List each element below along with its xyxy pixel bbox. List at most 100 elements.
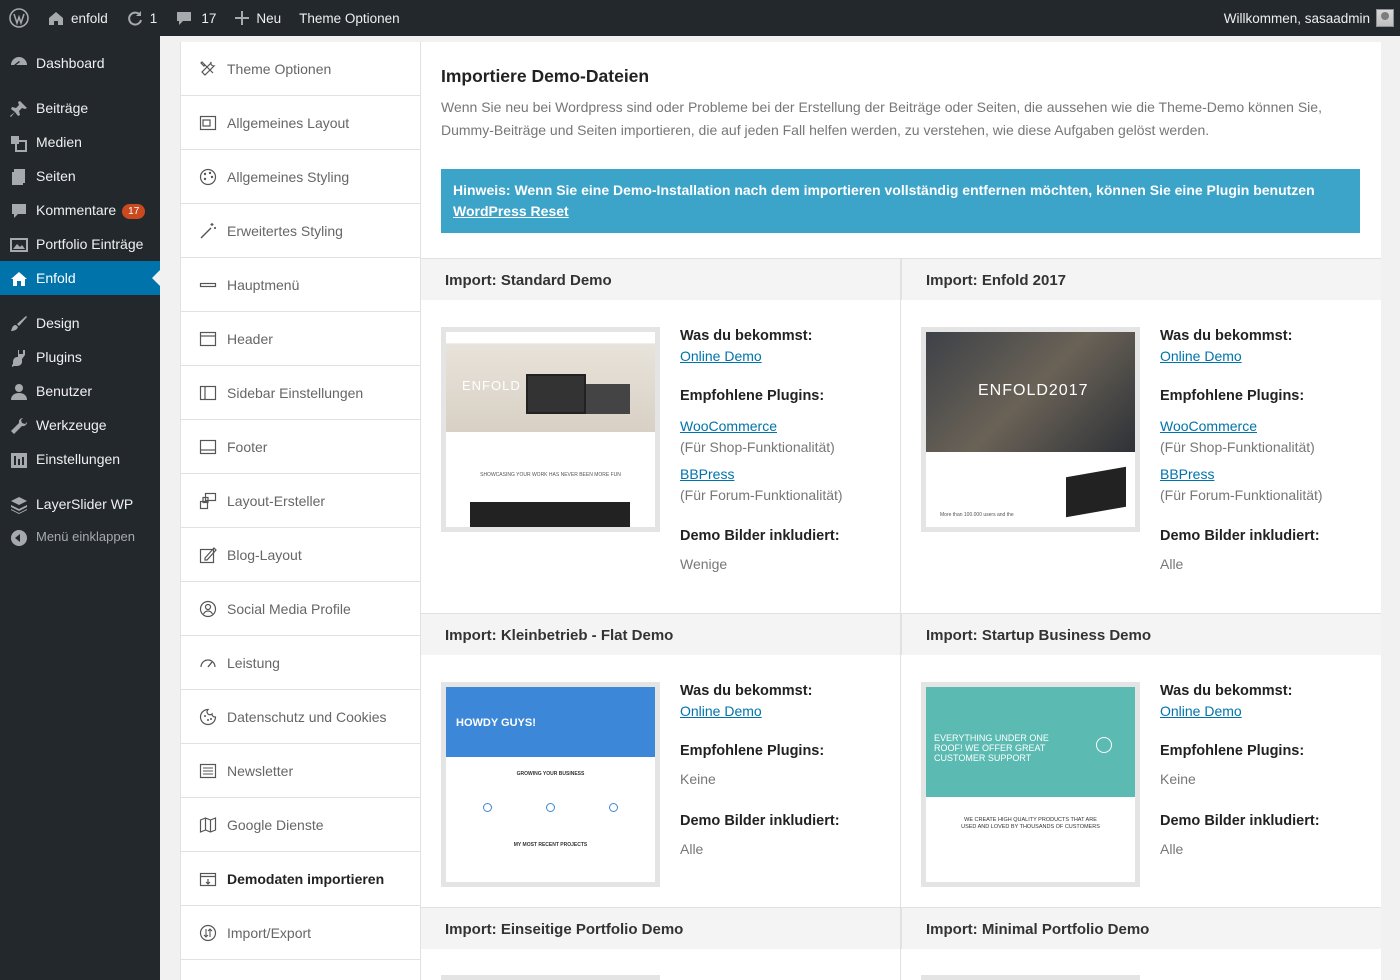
menu-item-pages[interactable]: Seiten: [0, 159, 160, 193]
demo-header-kleinbetrieb: Import: Kleinbetrieb - Flat Demo: [421, 613, 901, 655]
comments-link[interactable]: 17: [166, 0, 225, 36]
options-nav-demodaten-importieren[interactable]: Demodaten importieren: [181, 852, 420, 906]
plugin-icon: [12, 350, 25, 367]
demo-thumbnail-startup[interactable]: EVERYTHING UNDER ONE ROOF! WE OFFER GREA…: [921, 682, 1140, 887]
options-nav-social-media-profile[interactable]: Social Media Profile: [181, 582, 420, 636]
thumb-title: HOWDY GUYS!: [456, 717, 536, 729]
bbpress-link[interactable]: BBPress: [680, 466, 734, 482]
updates-link[interactable]: 1: [117, 0, 167, 36]
options-nav-google-dienste[interactable]: Google Dienste: [181, 798, 420, 852]
recommended-plugins-label: Empfohlene Plugins:: [1160, 743, 1305, 759]
menu-item-label: Portfolio Einträge: [36, 236, 144, 252]
plugin-note: (Für Shop-Funktionalität): [680, 439, 835, 455]
menu-item-comments[interactable]: Kommentare 17: [0, 193, 160, 227]
options-nav-label: Footer: [227, 439, 268, 455]
menu-item-label: Benutzer: [36, 383, 93, 399]
woocommerce-link[interactable]: WooCommerce: [680, 418, 777, 434]
newsletter-icon: [199, 763, 217, 779]
options-nav-sidebar-einstellungen[interactable]: Sidebar Einstellungen: [181, 366, 420, 420]
notice-text: Hinweis: Wenn Sie eine Demo-Installation…: [453, 182, 1315, 198]
you-get-label: Was du bekommst:: [1160, 683, 1293, 699]
options-nav-leistung[interactable]: Leistung: [181, 636, 420, 690]
demo-images-label: Demo Bilder inkludiert:: [1160, 813, 1320, 829]
woocommerce-link[interactable]: WooCommerce: [1160, 418, 1257, 434]
wordpress-reset-link[interactable]: WordPress Reset: [453, 203, 569, 219]
thumb-subtitle: WE CREATE HIGH QUALITY PRODUCTS THAT ARE…: [961, 817, 1100, 830]
options-nav-erweitertes-styling[interactable]: Erweitertes Styling: [181, 204, 420, 258]
site-name-link[interactable]: enfold: [38, 0, 117, 36]
options-nav-datenschutz[interactable]: Datenschutz und Cookies: [181, 690, 420, 744]
footer-icon: [199, 439, 217, 455]
magic-wand-icon: [200, 223, 216, 239]
menu-item-settings[interactable]: Einstellungen: [0, 442, 160, 476]
online-demo-link[interactable]: Online Demo: [680, 703, 762, 719]
collapse-menu-button[interactable]: Menü einklappen: [0, 520, 160, 554]
demo-thumbnail-kleinbetrieb[interactable]: HOWDY GUYS! GROWING YOUR BUSINESS MY MOS…: [441, 682, 660, 887]
home-icon: [11, 272, 27, 286]
demo-header-enfold-2017: Import: Enfold 2017: [901, 258, 1381, 300]
demo-thumbnail-einseitige-portfolio[interactable]: [441, 975, 660, 980]
demo-thumbnail-minimal-portfolio[interactable]: [921, 975, 1140, 980]
menu-item-posts[interactable]: Beiträge: [0, 91, 160, 125]
menu-item-design[interactable]: Design: [0, 306, 160, 340]
thumb-title: EVERYTHING UNDER ONE ROOF! WE OFFER GREA…: [934, 733, 1049, 763]
options-nav-label: Datenschutz und Cookies: [227, 709, 387, 725]
online-demo-link[interactable]: Online Demo: [1160, 703, 1242, 719]
my-account-link[interactable]: Willkommen, sasaadmin: [1215, 0, 1400, 36]
brush-icon: [11, 316, 27, 331]
speedometer-icon: [200, 659, 216, 668]
options-nav-label: Header: [227, 331, 273, 347]
theme-options-link[interactable]: Theme Optionen: [290, 0, 409, 36]
demo-images-label: Demo Bilder inkludiert:: [680, 813, 840, 829]
menu-item-layerslider[interactable]: LayerSlider WP: [0, 487, 160, 521]
online-demo-link[interactable]: Online Demo: [1160, 348, 1242, 364]
options-nav-blog-layout[interactable]: Blog-Layout: [181, 528, 420, 582]
page-title: Importiere Demo-Dateien: [441, 66, 650, 86]
new-content-link[interactable]: Neu: [225, 0, 290, 36]
demo-images-value: Alle: [1160, 841, 1184, 857]
menu-item-plugins[interactable]: Plugins: [0, 340, 160, 374]
options-nav-import-export[interactable]: Import/Export: [181, 906, 420, 960]
thumb-subtitle: SHOWCASING YOUR WORK HAS NEVER BEEN MORE…: [480, 472, 621, 478]
wordpress-logo-icon[interactable]: [0, 0, 38, 36]
you-get-label: Was du bekommst:: [680, 683, 813, 699]
menu-item-dashboard[interactable]: Dashboard: [0, 46, 160, 80]
options-nav-theme-optionen[interactable]: Theme Optionen: [181, 42, 420, 96]
media-icon: [11, 136, 27, 152]
thumb-title: ENFOLD: [462, 378, 521, 393]
plugins-none: Keine: [680, 771, 716, 787]
new-label: Neu: [256, 10, 282, 26]
tools-icon: [200, 61, 216, 76]
options-nav-newsletter[interactable]: Newsletter: [181, 744, 420, 798]
demo-thumbnail-standard[interactable]: ENFOLD SHOWCASING YOUR WORK HAS NEVER BE…: [441, 327, 660, 532]
options-nav-allgemeines-layout[interactable]: Allgemeines Layout: [181, 96, 420, 150]
options-nav-header[interactable]: Header: [181, 312, 420, 366]
options-nav-label: Blog-Layout: [227, 547, 302, 563]
admin-menu: Dashboard Beiträge Medien Seiten Komment…: [0, 36, 160, 980]
recommended-plugins-label: Empfohlene Plugins:: [680, 743, 825, 759]
options-nav-label: Google Dienste: [227, 817, 324, 833]
menu-item-media[interactable]: Medien: [0, 125, 160, 159]
demo-thumbnail-enfold-2017[interactable]: ENFOLD2017 More than 100.000 users and t…: [921, 327, 1140, 532]
options-nav-allgemeines-styling[interactable]: Allgemeines Styling: [181, 150, 420, 204]
menu-item-enfold[interactable]: Enfold: [0, 261, 160, 295]
options-nav-footer[interactable]: Footer: [181, 420, 420, 474]
bbpress-link[interactable]: BBPress: [1160, 466, 1214, 482]
options-nav-label: Allgemeines Layout: [227, 115, 350, 131]
demo-info-kleinbetrieb: Was du bekommst: Online Demo Empfohlene …: [680, 683, 840, 857]
theme-options-nav: Theme Optionen Allgemeines Layout Allgem…: [180, 42, 421, 980]
options-nav-layout-ersteller[interactable]: Layout-Ersteller: [181, 474, 420, 528]
admin-bar: enfold 1 17 Neu Theme Optionen Willkomme…: [0, 0, 1400, 36]
menu-item-users[interactable]: Benutzer: [0, 374, 160, 408]
menu-item-portfolio[interactable]: Portfolio Einträge: [0, 227, 160, 261]
options-nav-hauptmenue[interactable]: Hauptmenü: [181, 258, 420, 312]
import-export-icon: [199, 924, 217, 942]
demo-info-standard: Was du bekommst: Online Demo Empfohlene …: [680, 328, 843, 572]
plugin-note: (Für Forum-Funktionalität): [1160, 487, 1323, 503]
header-icon: [199, 331, 217, 347]
menu-item-tools[interactable]: Werkzeuge: [0, 408, 160, 442]
you-get-label: Was du bekommst:: [680, 328, 813, 344]
online-demo-link[interactable]: Online Demo: [680, 348, 762, 364]
comment-icon: [12, 204, 26, 218]
sidebar-icon: [199, 385, 217, 401]
